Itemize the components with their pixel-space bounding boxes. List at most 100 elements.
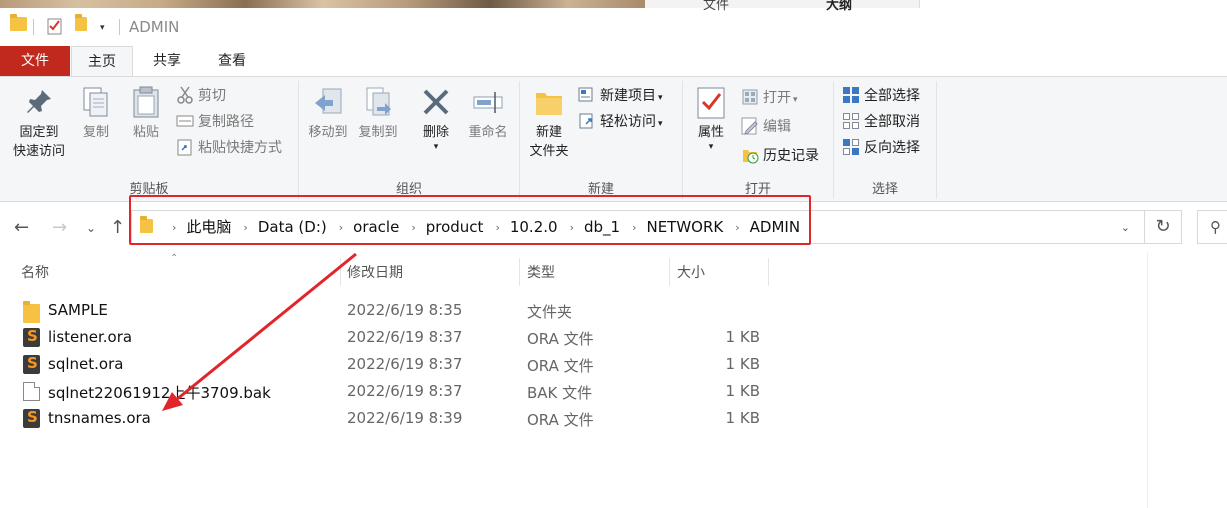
refresh-icon: ↻: [1155, 216, 1171, 237]
properties-icon: [694, 85, 728, 119]
column-divider[interactable]: [669, 258, 670, 286]
delete-button[interactable]: 删除 ▾: [413, 85, 459, 152]
scissors-icon: [176, 86, 194, 104]
rename-label: 重命名: [468, 125, 508, 140]
pin-to-quick-access-button[interactable]: 固定到 快速访问: [6, 85, 72, 161]
copy-icon: [79, 85, 113, 119]
pin-label-line2: 快速访问: [12, 144, 65, 159]
address-history-dropdown-icon[interactable]: ⌄: [1121, 221, 1130, 234]
paste-shortcut-button[interactable]: 粘贴快捷方式: [176, 137, 282, 159]
open-icon: [741, 88, 759, 106]
copy-button[interactable]: 复制: [74, 85, 118, 142]
select-none-icon: [842, 112, 860, 130]
properties-dropdown-icon: ▾: [708, 142, 714, 152]
copy-path-label: 复制路径: [198, 114, 254, 130]
copy-to-label: 复制到: [358, 125, 398, 140]
tab-file[interactable]: 文件: [0, 46, 70, 76]
copy-path-button[interactable]: 复制路径: [176, 111, 254, 133]
sublime-file-icon: [23, 408, 40, 428]
history-icon: [741, 146, 759, 164]
window-title: ADMIN: [129, 18, 180, 36]
select-none-label: 全部取消: [864, 114, 920, 130]
clipboard-group: 固定到 快速访问 复制 粘贴 剪切 复制路径 粘贴快捷方式 剪贴板: [0, 77, 298, 201]
select-all-icon: [842, 86, 860, 104]
new-folder-label-line2: 文件夹: [529, 144, 569, 159]
invert-selection-icon: [842, 138, 860, 156]
properties-check-icon[interactable]: [47, 17, 63, 35]
paste-button[interactable]: 粘贴: [122, 85, 170, 142]
forward-arrow-icon[interactable]: →: [52, 217, 67, 238]
properties-button[interactable]: 属性 ▾: [689, 85, 733, 152]
column-header-row: ⌃ 名称 修改日期 类型 大小: [0, 252, 1147, 290]
file-list: ⌃ 名称 修改日期 类型 大小 SAMPLE 2022/6/19 8:35 文件…: [0, 252, 1147, 508]
back-arrow-icon[interactable]: ←: [14, 217, 29, 238]
file-row[interactable]: sqlnet.ora 2022/6/19 8:37 ORA 文件 1 KB: [0, 351, 800, 378]
document-icon: [23, 382, 40, 401]
new-folder-icon[interactable]: [75, 14, 87, 31]
sort-ascending-icon: ⌃: [170, 253, 179, 264]
new-item-label: 新建项目: [600, 88, 656, 104]
search-box[interactable]: ⚲: [1197, 210, 1227, 244]
new-item-button[interactable]: 新建项目 ▾: [578, 85, 663, 107]
easy-access-button[interactable]: 轻松访问 ▾: [578, 111, 663, 133]
search-icon: ⚲: [1210, 218, 1221, 236]
column-divider[interactable]: [768, 258, 769, 286]
move-to-button[interactable]: 移动到: [305, 85, 351, 142]
tab-share[interactable]: 共享: [140, 46, 194, 76]
refresh-button[interactable]: ↻: [1145, 210, 1182, 244]
column-header-size[interactable]: 大小: [677, 262, 705, 282]
new-folder-icon: [532, 85, 566, 119]
tab-view[interactable]: 查看: [205, 46, 259, 76]
file-row[interactable]: SAMPLE 2022/6/19 8:35 文件夹: [0, 297, 800, 324]
new-group: 新建 文件夹 新建项目 ▾ 轻松访问 ▾ 新建: [520, 77, 682, 201]
file-modified: 2022/6/19 8:37: [347, 355, 463, 373]
select-all-label: 全部选择: [864, 88, 920, 104]
edit-pencil-icon: [741, 117, 759, 135]
pin-label-line1: 固定到: [19, 125, 59, 140]
group-separator: [936, 81, 937, 199]
invert-selection-button[interactable]: 反向选择: [842, 137, 920, 159]
rename-button[interactable]: 重命名: [461, 85, 515, 142]
recent-locations-chevron-icon[interactable]: ⌄: [86, 221, 96, 235]
sublime-file-icon: [23, 327, 40, 347]
file-name: sqlnet22061912上午3709.bak: [48, 384, 271, 402]
file-type: ORA 文件: [527, 411, 594, 429]
select-none-button[interactable]: 全部取消: [842, 111, 920, 133]
background-tab-outline: 大纲: [826, 0, 853, 13]
new-folder-button[interactable]: 新建 文件夹: [524, 85, 574, 161]
ribbon: 固定到 快速访问 复制 粘贴 剪切 复制路径 粘贴快捷方式 剪贴板 移动到 复制…: [0, 76, 1227, 202]
up-arrow-icon[interactable]: ↑: [110, 217, 125, 238]
easy-access-label: 轻松访问: [600, 114, 656, 130]
column-header-type[interactable]: 类型: [527, 262, 555, 282]
file-row[interactable]: listener.ora 2022/6/19 8:37 ORA 文件 1 KB: [0, 324, 800, 351]
column-header-modified[interactable]: 修改日期: [347, 262, 403, 282]
properties-label: 属性: [697, 125, 724, 140]
paste-icon: [129, 85, 163, 119]
customize-toolbar-dropdown-icon[interactable]: ▾: [100, 23, 105, 33]
file-modified: 2022/6/19 8:35: [347, 301, 463, 319]
column-divider[interactable]: [519, 258, 520, 286]
select-group-label: 选择: [871, 182, 898, 197]
file-row[interactable]: tnsnames.ora 2022/6/19 8:39 ORA 文件 1 KB: [0, 405, 800, 432]
background-window-tabs: [645, 0, 920, 8]
file-modified: 2022/6/19 8:37: [347, 328, 463, 346]
quick-access-folder-icon[interactable]: [10, 14, 27, 31]
history-button[interactable]: 历史记录: [741, 145, 819, 167]
open-button[interactable]: 打开 ▾: [741, 87, 798, 109]
history-label: 历史记录: [763, 148, 819, 164]
column-header-name[interactable]: 名称: [21, 262, 49, 282]
file-size: 1 KB: [725, 328, 760, 346]
file-row[interactable]: sqlnet22061912上午3709.bak 2022/6/19 8:37 …: [0, 378, 800, 405]
file-modified: 2022/6/19 8:39: [347, 409, 463, 427]
delete-label: 删除: [422, 125, 449, 140]
copy-to-button[interactable]: 复制到: [355, 85, 401, 142]
edit-button[interactable]: 编辑: [741, 116, 791, 138]
edit-label: 编辑: [763, 119, 791, 135]
easy-access-icon: [578, 112, 596, 130]
column-divider[interactable]: [340, 258, 341, 286]
tab-home[interactable]: 主页: [71, 46, 133, 76]
new-item-icon: [578, 86, 596, 104]
select-all-button[interactable]: 全部选择: [842, 85, 920, 107]
cut-button[interactable]: 剪切: [176, 85, 226, 107]
background-window-strip: [0, 0, 645, 8]
